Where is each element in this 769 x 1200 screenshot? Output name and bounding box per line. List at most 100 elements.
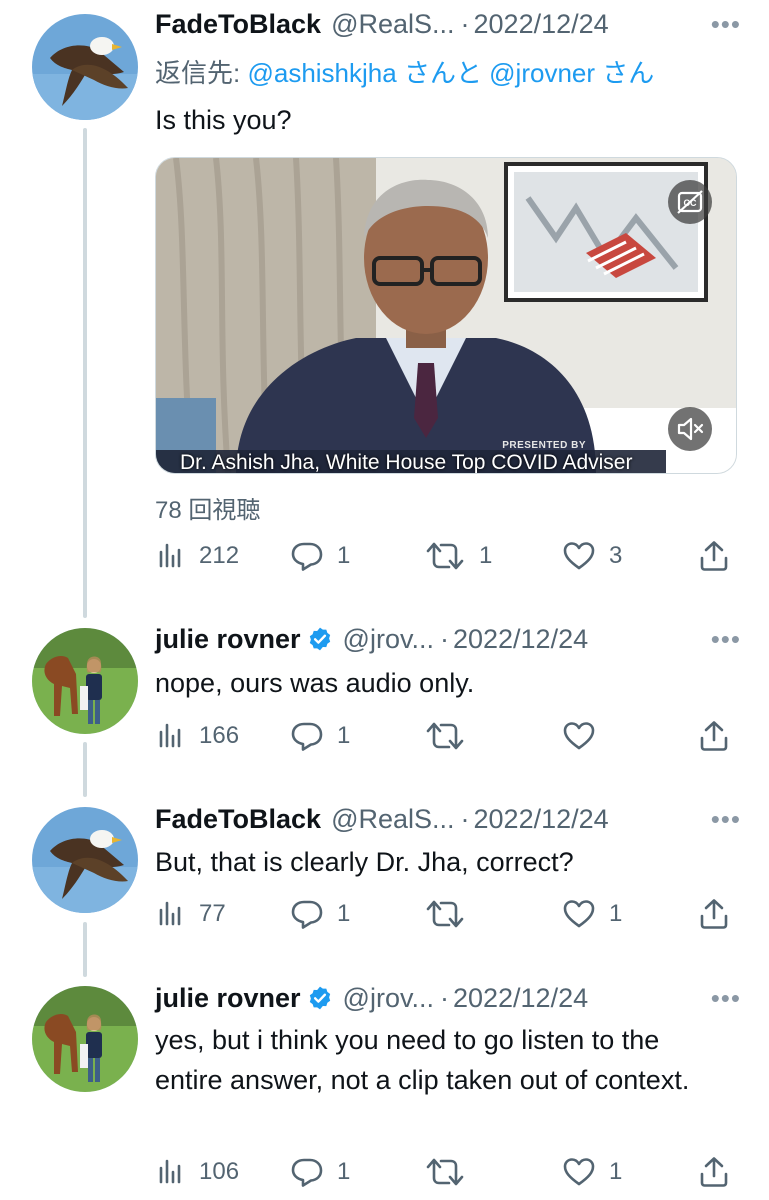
reply-count: 1: [337, 900, 351, 927]
separator: ·: [439, 623, 449, 654]
more-options-icon[interactable]: •••: [705, 9, 741, 40]
more-options-icon[interactable]: •••: [705, 983, 741, 1014]
analytics-button[interactable]: 106: [157, 1152, 239, 1192]
separator: ·: [439, 982, 449, 1013]
thread-connector: [83, 922, 87, 977]
tweet-text: yes, but i think you need to go listen t…: [155, 1025, 690, 1095]
speaker-muted-icon: [677, 417, 704, 441]
retweet-button[interactable]: 1: [425, 536, 492, 576]
share-icon: [699, 720, 729, 752]
verified-badge-icon: [307, 626, 333, 652]
eagle-avatar-icon: [32, 14, 138, 120]
eagle-avatar-icon: [32, 807, 138, 913]
user-handle[interactable]: @jrov...: [343, 624, 434, 655]
heart-icon: [563, 899, 595, 929]
avatar[interactable]: [32, 986, 138, 1092]
display-name[interactable]: julie rovner: [155, 624, 301, 655]
video-frame: [156, 158, 736, 473]
heart-icon: [563, 721, 595, 751]
tweet-date[interactable]: 2022/12/24: [474, 9, 609, 40]
avatar[interactable]: [32, 14, 138, 120]
like-button[interactable]: [563, 716, 609, 756]
retweet-icon: [425, 1156, 465, 1188]
reply-count: 1: [337, 542, 351, 569]
video-caption: Dr. Ashish Jha, White House Top COVID Ad…: [180, 451, 633, 474]
reply-button[interactable]: 1: [291, 894, 350, 934]
reply-prefix: 返信先:: [155, 58, 241, 88]
analytics-icon: [157, 722, 185, 750]
replying-to: 返信先: @ashishkjha さんと @jrovner さん: [155, 53, 654, 90]
analytics-count: 106: [199, 1158, 240, 1185]
reply-count: 1: [337, 1158, 351, 1185]
tweet-actions: 106 1 1: [155, 1152, 739, 1192]
analytics-count: 166: [199, 722, 240, 749]
user-handle[interactable]: @RealS...: [331, 804, 454, 835]
mute-button[interactable]: [668, 407, 712, 451]
analytics-count: 212: [199, 542, 240, 569]
retweet-icon: [425, 720, 465, 752]
tweet-header: FadeToBlack @RealS... · 2022/12/24 •••: [155, 6, 741, 42]
horse-avatar-icon: [32, 628, 138, 734]
avatar[interactable]: [32, 807, 138, 913]
like-button[interactable]: 3: [563, 536, 622, 576]
share-button[interactable]: [699, 536, 729, 576]
like-button[interactable]: 1: [563, 894, 622, 934]
share-icon: [699, 540, 729, 572]
user-handle[interactable]: @jrov...: [343, 983, 434, 1014]
like-count: 1: [609, 1158, 623, 1185]
share-icon: [699, 898, 729, 930]
retweet-icon: [425, 898, 465, 930]
share-icon: [699, 1156, 729, 1188]
heart-icon: [563, 1157, 595, 1187]
like-button[interactable]: 1: [563, 1152, 622, 1192]
view-count-text: 78 回視聴: [155, 497, 261, 524]
reply-icon: [291, 898, 323, 930]
analytics-icon: [157, 542, 185, 570]
analytics-icon: [157, 1158, 185, 1186]
tweet-header: FadeToBlack @RealS... · 2022/12/24 •••: [155, 801, 741, 837]
reply-button[interactable]: 1: [291, 1152, 350, 1192]
tweet-date[interactable]: 2022/12/24: [453, 624, 588, 655]
like-count: 3: [609, 542, 623, 569]
share-button[interactable]: [699, 894, 729, 934]
share-button[interactable]: [699, 1152, 729, 1192]
thread-connector: [83, 742, 87, 797]
reply-mentions-link[interactable]: @ashishkjha さんと @jrovner さん: [247, 58, 654, 88]
analytics-button[interactable]: 212: [157, 536, 239, 576]
tweet-text: nope, ours was audio only.: [155, 668, 475, 698]
retweet-button[interactable]: [425, 1152, 479, 1192]
retweet-button[interactable]: [425, 716, 479, 756]
tweet-actions: 166 1: [155, 716, 739, 756]
retweet-count: 1: [479, 542, 493, 569]
reply-icon: [291, 720, 323, 752]
tweet-date[interactable]: 2022/12/24: [453, 983, 588, 1014]
user-handle[interactable]: @RealS...: [331, 9, 454, 40]
retweet-button[interactable]: [425, 894, 479, 934]
more-options-icon[interactable]: •••: [705, 624, 741, 655]
display-name[interactable]: FadeToBlack: [155, 9, 321, 40]
separator: ·: [460, 803, 470, 834]
tweet-date[interactable]: 2022/12/24: [474, 804, 609, 835]
share-button[interactable]: [699, 716, 729, 756]
analytics-button[interactable]: 77: [157, 894, 226, 934]
reply-button[interactable]: 1: [291, 536, 350, 576]
heart-icon: [563, 541, 595, 571]
reply-count: 1: [337, 722, 351, 749]
display-name[interactable]: FadeToBlack: [155, 804, 321, 835]
video-player[interactable]: PRESENTED BY Dr. Ashish Jha, White House…: [155, 157, 737, 474]
separator: ·: [460, 8, 470, 39]
tweet-actions: 212 1 1 3: [155, 536, 739, 576]
verified-badge-icon: [307, 985, 333, 1011]
tweet-actions: 77 1 1: [155, 894, 739, 934]
thread-connector: [83, 128, 87, 618]
retweet-icon: [425, 540, 465, 572]
reply-icon: [291, 540, 323, 572]
avatar[interactable]: [32, 628, 138, 734]
display-name[interactable]: julie rovner: [155, 983, 301, 1014]
more-options-icon[interactable]: •••: [705, 804, 741, 835]
tweet-text: But, that is clearly Dr. Jha, correct?: [155, 847, 574, 877]
reply-button[interactable]: 1: [291, 716, 350, 756]
closed-captions-button[interactable]: CC: [668, 180, 712, 224]
reply-icon: [291, 1156, 323, 1188]
analytics-button[interactable]: 166: [157, 716, 239, 756]
